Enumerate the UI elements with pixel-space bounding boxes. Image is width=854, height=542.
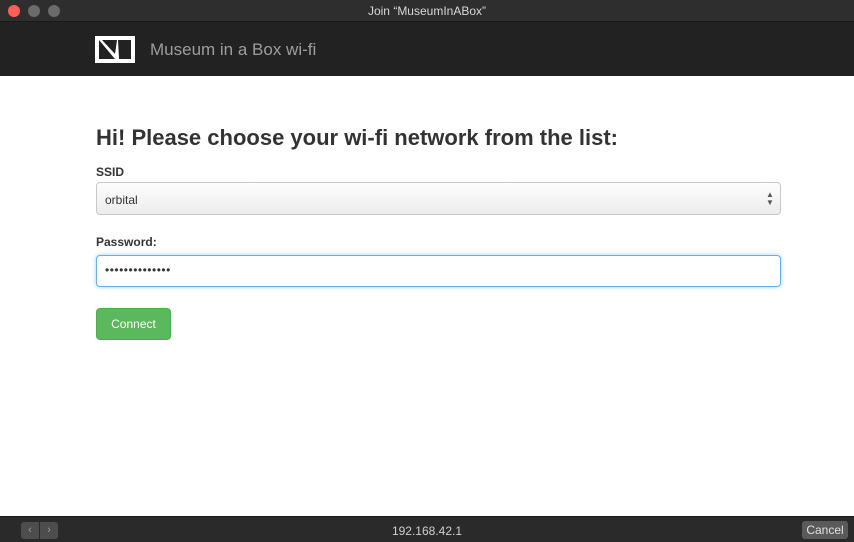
navbar-brand[interactable]: Museum in a Box wi-fi xyxy=(150,40,316,60)
ssid-label: SSID xyxy=(96,165,125,179)
address-label: 192.168.42.1 xyxy=(391,524,463,538)
page-heading: Hi! Please choose your wi-fi network fro… xyxy=(96,125,618,150)
captive-portal-window: Join “MuseumInABox” Museum in a Box wi-f… xyxy=(0,0,854,542)
select-arrows-icon: ▲ ▼ xyxy=(766,190,774,207)
connect-button[interactable]: Connect xyxy=(96,308,171,340)
bottom-bar: ‹ › 192.168.42.1 Cancel xyxy=(0,516,854,542)
navbar: Museum in a Box wi-fi xyxy=(0,22,854,76)
ssid-selected-value: orbital xyxy=(105,193,138,207)
cancel-button[interactable]: Cancel xyxy=(802,521,848,539)
password-field[interactable]: •••••••••••••• xyxy=(96,255,781,287)
title-bar: Join “MuseumInABox” xyxy=(0,0,854,22)
ssid-select[interactable]: orbital ▲ ▼ xyxy=(96,182,781,215)
password-label: Password: xyxy=(96,235,157,249)
museum-in-a-box-logo-icon xyxy=(95,36,135,63)
password-masked-value: •••••••••••••• xyxy=(105,263,171,277)
window-title: Join “MuseumInABox” xyxy=(367,4,487,18)
